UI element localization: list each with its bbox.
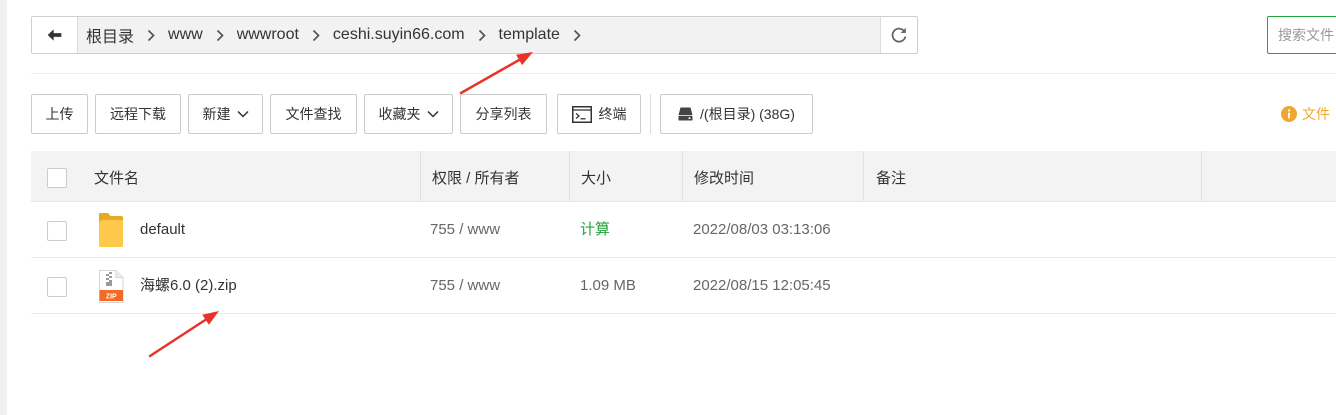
new-dropdown-button[interactable]: 新建 xyxy=(188,94,263,134)
disk-button[interactable]: /(根目录) (38G) xyxy=(660,94,813,134)
column-divider xyxy=(420,151,421,201)
disk-label: /(根目录) (38G) xyxy=(700,106,795,122)
file-name[interactable]: default xyxy=(140,202,185,258)
column-divider xyxy=(682,151,683,201)
select-all-checkbox[interactable] xyxy=(47,168,67,188)
chevron-down-icon xyxy=(236,110,249,118)
refresh-button[interactable] xyxy=(880,17,917,53)
left-edge-strip xyxy=(0,0,7,415)
row-checkbox[interactable] xyxy=(47,277,67,297)
refresh-icon xyxy=(890,26,908,44)
breadcrumb: 根目录 www wwwroot ceshi.suyin66.com templa… xyxy=(78,17,880,53)
breadcrumb-item-wwwroot[interactable]: wwwroot xyxy=(237,26,299,44)
remote-download-label: 远程下载 xyxy=(110,106,166,122)
info-tip[interactable]: 文件 xyxy=(1281,105,1330,123)
chevron-right-icon xyxy=(312,29,320,42)
zip-icon-label: ZIP xyxy=(106,293,117,300)
file-modified-time: 2022/08/03 03:13:06 xyxy=(693,221,831,238)
breadcrumb-item-site[interactable]: ceshi.suyin66.com xyxy=(333,26,465,44)
share-list-button[interactable]: 分享列表 xyxy=(460,94,547,134)
column-header-permission: 权限 / 所有者 xyxy=(432,170,520,187)
favorites-dropdown-button[interactable]: 收藏夹 xyxy=(364,94,453,134)
share-list-label: 分享列表 xyxy=(475,106,532,122)
new-label: 新建 xyxy=(202,106,231,122)
calculate-size-link[interactable]: 计算 xyxy=(580,202,610,258)
table-header: 文件名 权限 / 所有者 大小 修改时间 备注 xyxy=(31,151,1336,202)
row-checkbox[interactable] xyxy=(47,221,67,241)
chevron-right-icon[interactable] xyxy=(573,29,581,42)
upload-label: 上传 xyxy=(45,106,74,122)
file-permission: 755 / www xyxy=(430,221,501,238)
zip-file-icon[interactable]: ZIP xyxy=(98,270,124,308)
file-size: 1.09 MB xyxy=(580,277,636,294)
terminal-button[interactable]: 终端 xyxy=(557,94,641,134)
chevron-right-icon xyxy=(147,29,155,42)
annotation-arrow-to-zip xyxy=(148,311,219,358)
favorites-label: 收藏夹 xyxy=(378,106,421,122)
chevron-right-icon xyxy=(216,29,224,42)
search-box xyxy=(1267,16,1336,54)
file-search-button[interactable]: 文件查找 xyxy=(270,94,357,134)
search-input[interactable] xyxy=(1268,17,1336,53)
terminal-label: 终端 xyxy=(598,106,627,122)
terminal-icon xyxy=(571,105,592,123)
column-header-name[interactable]: 文件名 xyxy=(94,154,139,204)
file-search-label: 文件查找 xyxy=(285,106,342,122)
file-modified-time: 2022/08/15 12:05:45 xyxy=(693,277,831,294)
toolbar-divider xyxy=(650,94,651,134)
chevron-right-icon xyxy=(478,29,486,42)
breadcrumb-item-template[interactable]: template xyxy=(499,26,560,44)
file-row[interactable]: ZIP 海螺6.0 (2).zip 755 / www 1.09 MB 2022… xyxy=(31,258,1336,314)
column-header-modified[interactable]: 修改时间 xyxy=(694,154,754,204)
path-bar: 根目录 www wwwroot ceshi.suyin66.com templa… xyxy=(31,16,918,54)
disk-icon xyxy=(678,107,693,121)
chevron-down-icon xyxy=(426,110,439,118)
upload-button[interactable]: 上传 xyxy=(31,94,88,134)
folder-icon[interactable] xyxy=(98,212,124,252)
info-tip-text: 文件 xyxy=(1302,106,1330,122)
column-divider xyxy=(863,151,864,201)
column-divider xyxy=(1201,151,1202,201)
back-button[interactable] xyxy=(32,17,78,53)
arrow-left-icon xyxy=(47,29,62,41)
breadcrumb-item-www[interactable]: www xyxy=(168,26,203,44)
file-name[interactable]: 海螺6.0 (2).zip xyxy=(140,258,237,314)
info-icon xyxy=(1281,106,1297,122)
column-header-size[interactable]: 大小 xyxy=(581,154,611,204)
file-permission: 755 / www xyxy=(430,277,501,294)
breadcrumb-item-root[interactable]: 根目录 xyxy=(86,23,134,47)
remote-download-button[interactable]: 远程下载 xyxy=(95,94,181,134)
divider xyxy=(31,73,1336,74)
column-header-note: 备注 xyxy=(876,170,907,187)
column-divider xyxy=(569,151,570,201)
file-row[interactable]: default 755 / www 计算 2022/08/03 03:13:06 xyxy=(31,202,1336,258)
